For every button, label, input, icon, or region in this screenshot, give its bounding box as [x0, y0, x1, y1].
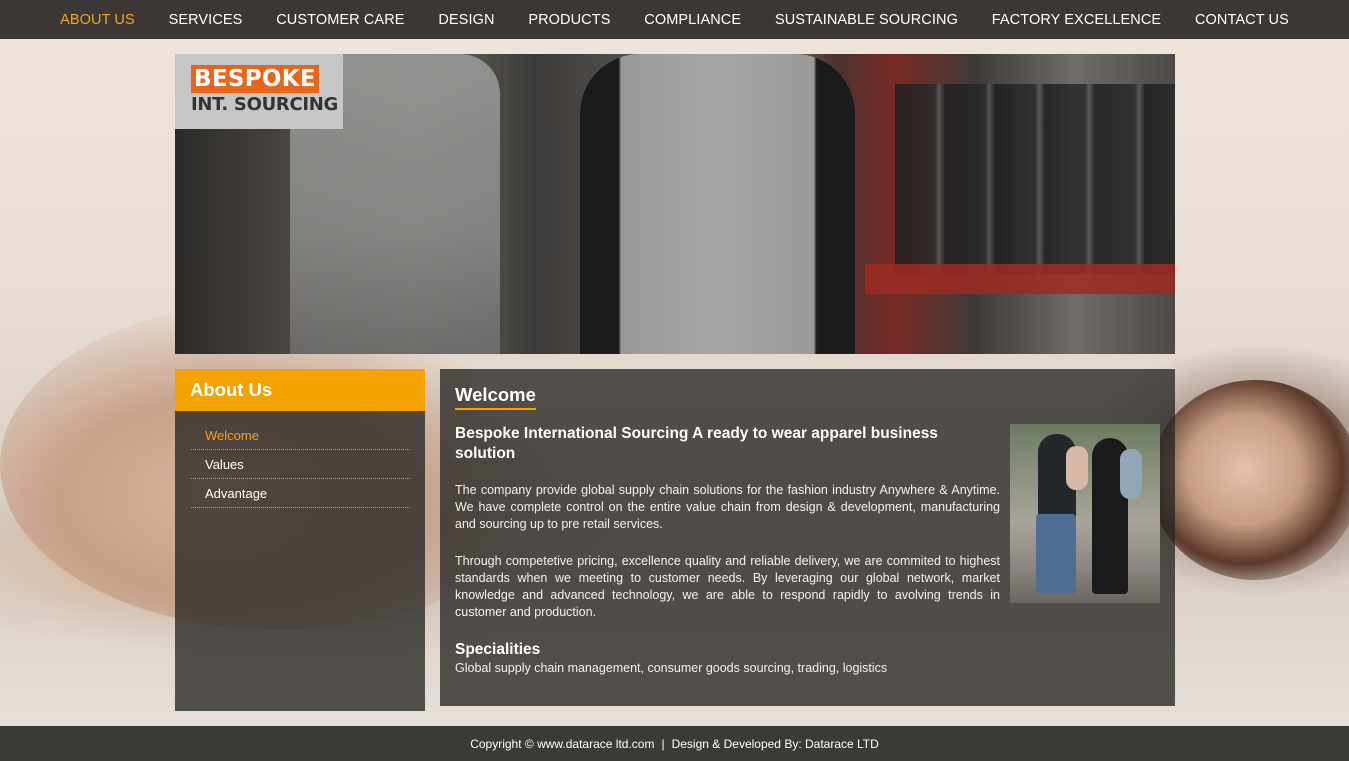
nav-item-about-us[interactable]: ABOUT US	[43, 12, 151, 28]
sidebar-item-welcome[interactable]: Welcome	[191, 421, 410, 450]
banner-train-stripe	[865, 264, 1175, 294]
nav-item-factory-excellence[interactable]: FACTORY EXCELLENCE	[975, 12, 1178, 28]
nav-item-customer-care[interactable]: CUSTOMER CARE	[259, 12, 421, 28]
nav-item-design[interactable]: DESIGN	[421, 12, 511, 28]
background-figure-head	[1150, 380, 1349, 580]
specialities-text: Global supply chain management, consumer…	[455, 661, 888, 675]
sidebar: About Us Welcome Values Advantage	[175, 369, 425, 711]
nav-item-sustainable-sourcing[interactable]: SUSTAINABLE SOURCING	[758, 12, 975, 28]
banner-train-windows	[895, 84, 1175, 274]
nav-item-contact-us[interactable]: CONTACT US	[1178, 12, 1306, 28]
sidebar-item-values[interactable]: Values	[191, 450, 410, 479]
sidebar-item-advantage[interactable]: Advantage	[191, 479, 410, 508]
main-content: Welcome Bespoke International Sourcing A…	[440, 369, 1175, 706]
intro-paragraph: The company provide global supply chain …	[455, 483, 1000, 531]
banner-model	[580, 54, 855, 354]
family-photo	[1010, 424, 1160, 603]
footer: Copyright © www.datarace ltd.com | Desig…	[0, 726, 1349, 761]
specialities-heading: Specialities	[455, 641, 541, 658]
top-navigation: ABOUT US SERVICES CUSTOMER CARE DESIGN P…	[0, 0, 1349, 39]
page-title: Welcome	[455, 384, 536, 410]
nav-item-services[interactable]: SERVICES	[152, 12, 260, 28]
site-logo[interactable]: BESPOKE INT. SOURCING	[175, 54, 343, 129]
nav-item-products[interactable]: PRODUCTS	[511, 12, 627, 28]
sidebar-menu: Welcome Values Advantage	[175, 411, 425, 508]
pricing-paragraph: Through competetive pricing, excellence …	[455, 554, 1000, 619]
footer-credit: Design & Developed By: Datarace LTD	[671, 736, 879, 751]
page-subtitle: Bespoke International Sourcing A ready t…	[455, 425, 938, 462]
footer-separator: |	[661, 736, 665, 751]
footer-copyright[interactable]: Copyright © www.datarace ltd.com	[470, 737, 654, 751]
logo-wordmark: BESPOKE	[191, 65, 319, 93]
sidebar-title: About Us	[175, 369, 425, 411]
logo-subtitle: INT. SOURCING	[191, 94, 338, 115]
nav-item-compliance[interactable]: COMPLIANCE	[627, 12, 758, 28]
